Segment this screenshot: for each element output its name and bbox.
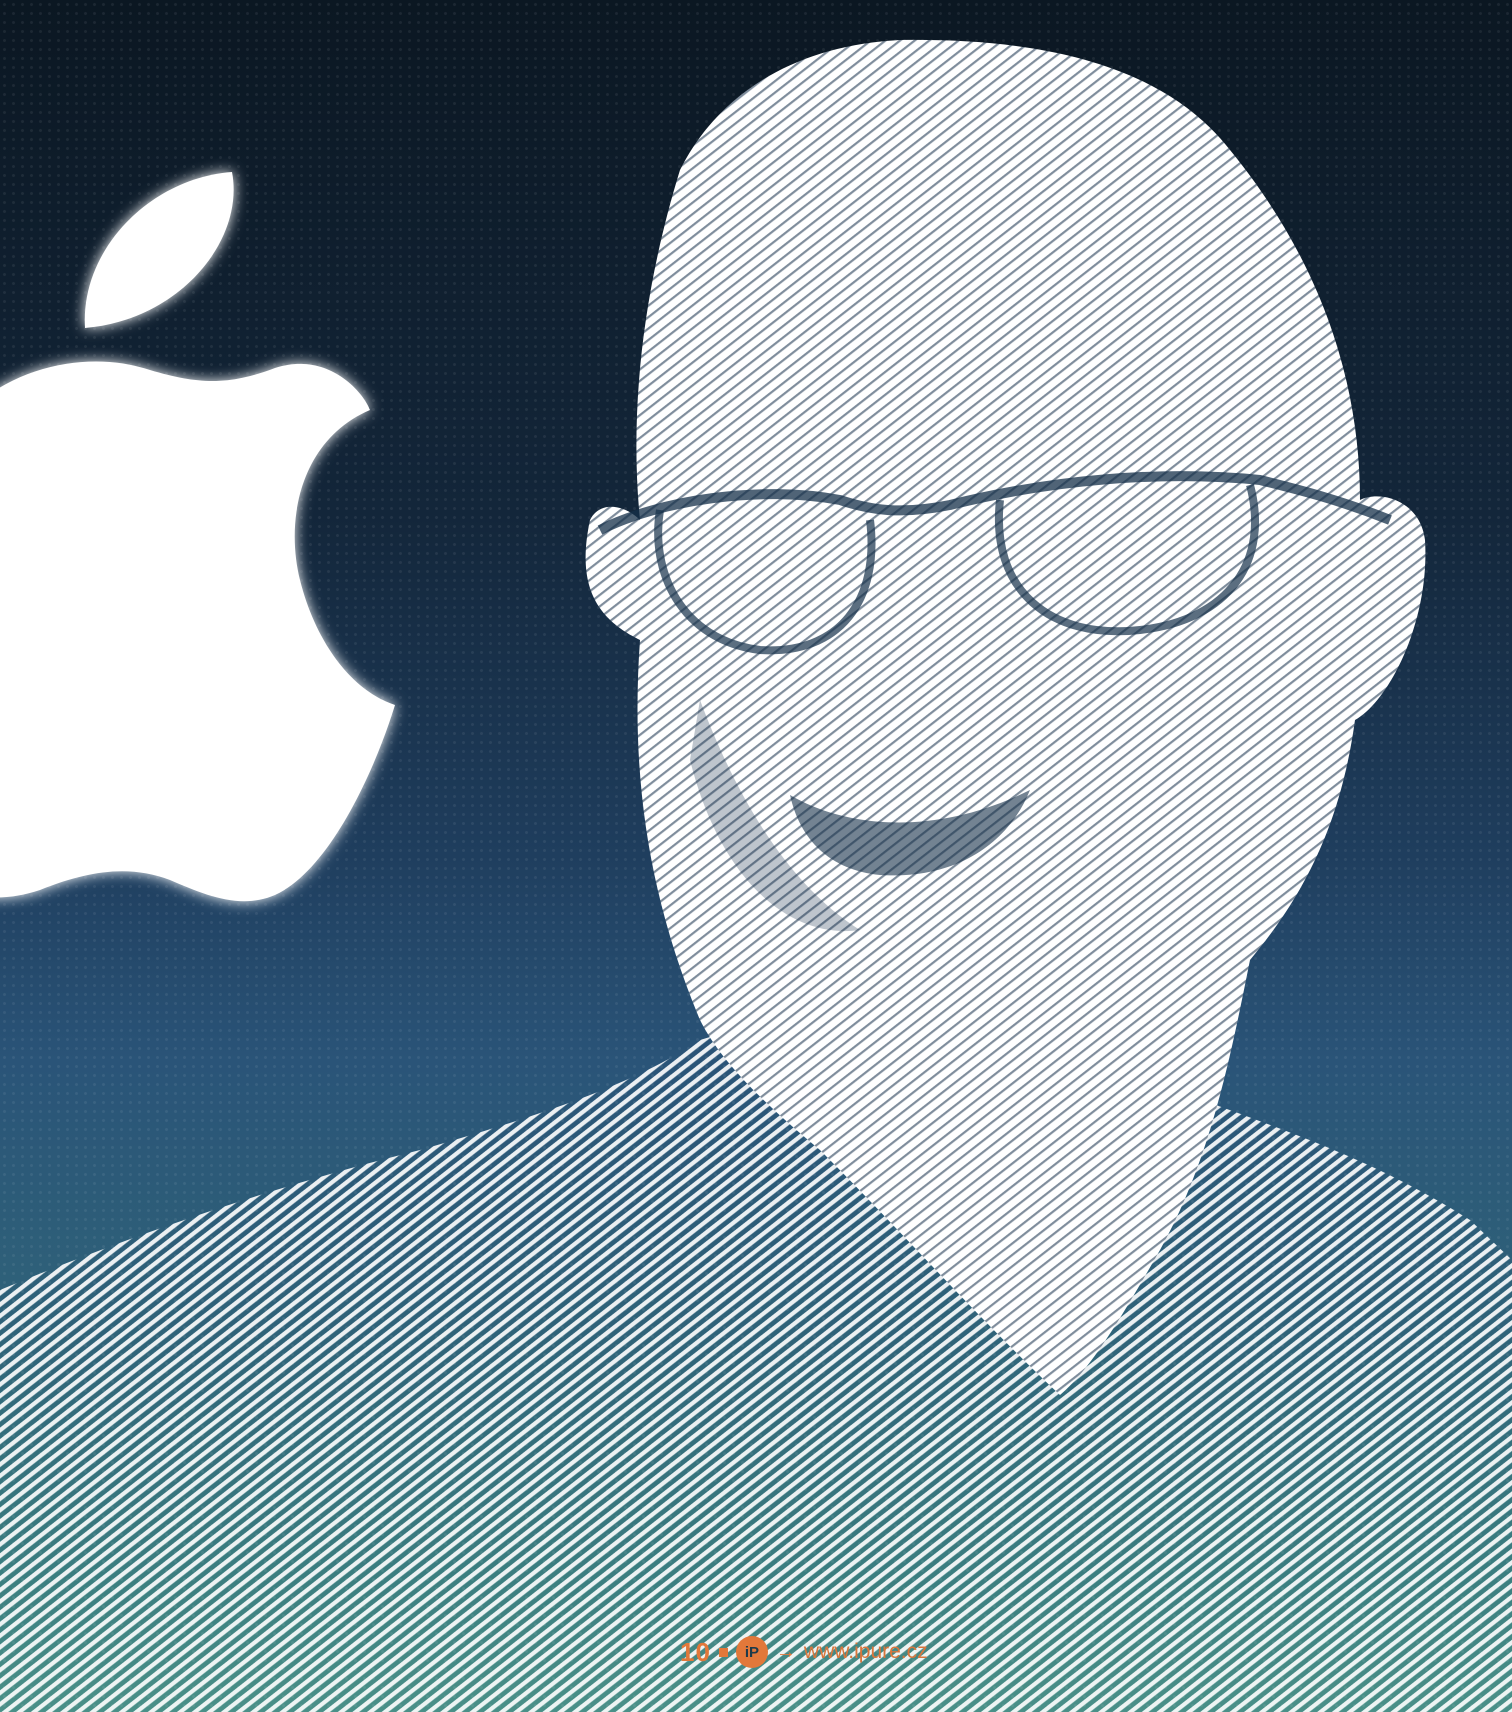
bullet-icon [718, 1647, 728, 1657]
apple-logo-icon [0, 172, 395, 902]
portrait-shoulders [0, 1010, 1512, 1712]
arrow-icon: → [775, 1640, 796, 1663]
cover-artwork [0, 39, 1512, 1712]
site-url-link[interactable]: www.ipure.cz [804, 1640, 928, 1664]
page-footer: 10 iP → www.ipure.cz [680, 1632, 928, 1672]
page-number: 10 [680, 1636, 711, 1667]
ipure-logo-icon: iP [735, 1636, 768, 1668]
